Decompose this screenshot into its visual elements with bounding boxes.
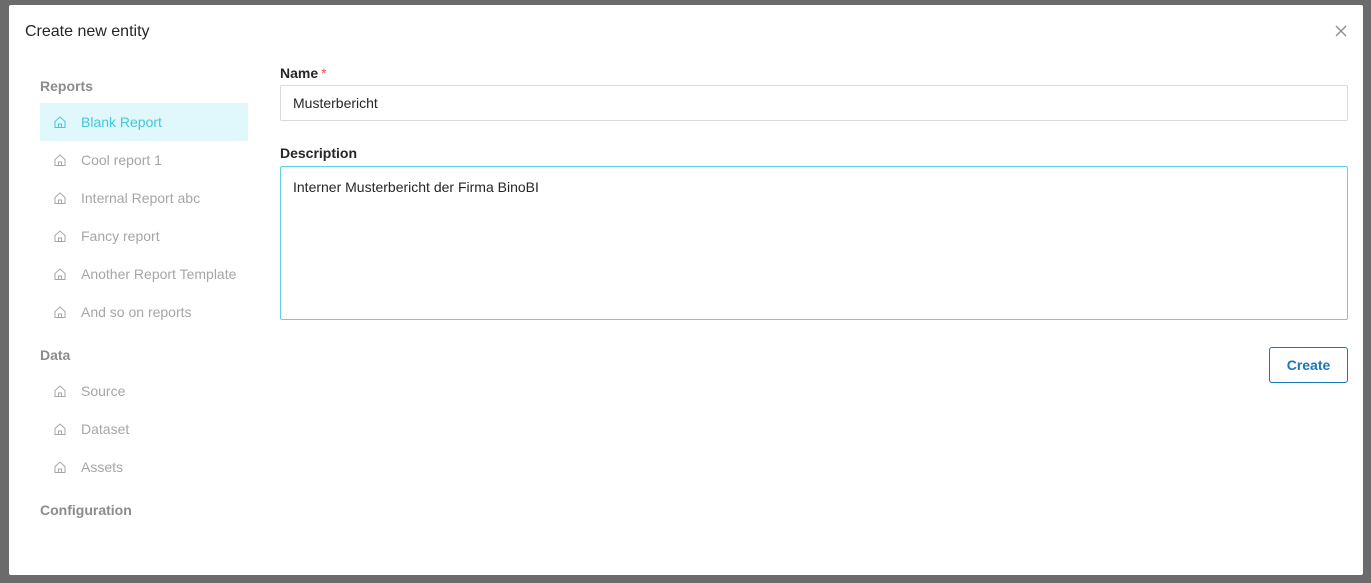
name-label-text: Name — [280, 65, 319, 81]
section-title-configuration[interactable]: Configuration — [40, 493, 248, 527]
sidebar-item-label: Another Report Template — [81, 266, 237, 282]
section-title-reports: Reports — [40, 78, 93, 94]
close-icon — [1335, 25, 1347, 37]
sidebar-item-dataset[interactable]: Dataset — [40, 410, 248, 448]
home-icon — [53, 305, 67, 319]
sidebar-item-label: Internal Report abc — [81, 190, 201, 206]
sidebar-item-another-report-template[interactable]: Another Report Template — [40, 255, 248, 293]
sidebar-item-fancy-report[interactable]: Fancy report — [40, 217, 248, 255]
create-entity-modal: Create new entity Reports Blank Report C… — [9, 5, 1363, 575]
sidebar-item-source[interactable]: Source — [40, 372, 248, 410]
create-button[interactable]: Create — [1269, 347, 1348, 383]
home-icon — [53, 422, 67, 436]
description-textarea[interactable]: Interner Musterbericht der Firma BinoBI — [280, 166, 1348, 320]
name-label: Name * — [280, 63, 1348, 83]
required-mark: * — [321, 65, 327, 81]
home-icon — [53, 384, 67, 398]
sidebar-item-label: And so on reports — [81, 304, 192, 320]
sidebar-item-label: Blank Report — [81, 114, 162, 130]
sidebar-item-label: Cool report 1 — [81, 152, 162, 168]
sidebar-item-label: Assets — [81, 459, 124, 475]
sidebar-item-label: Fancy report — [81, 228, 160, 244]
sidebar-item-internal-report-abc[interactable]: Internal Report abc — [40, 179, 248, 217]
home-icon — [53, 267, 67, 281]
home-icon — [53, 229, 67, 243]
sidebar-item-blank-report[interactable]: Blank Report — [40, 103, 248, 141]
sidebar-item-label: Source — [81, 383, 126, 399]
home-icon — [53, 115, 67, 129]
sidebar-item-cool-report-1[interactable]: Cool report 1 — [40, 141, 248, 179]
close-button[interactable] — [1331, 21, 1351, 41]
home-icon — [53, 191, 67, 205]
home-icon — [53, 153, 67, 167]
modal-title: Create new entity — [25, 23, 150, 40]
entity-form: Name* Description Interner Musterbericht… — [280, 63, 1348, 325]
sidebar: Reports Blank Report Cool report 1 Inter… — [40, 69, 248, 527]
name-input[interactable] — [280, 85, 1348, 121]
sidebar-item-assets[interactable]: Assets — [40, 448, 248, 486]
section-title-data: Data — [40, 347, 71, 363]
description-label: Description — [280, 145, 358, 161]
home-icon — [53, 460, 67, 474]
sidebar-item-label: Dataset — [81, 421, 130, 437]
sidebar-item-and-so-on-reports[interactable]: And so on reports — [40, 293, 248, 331]
